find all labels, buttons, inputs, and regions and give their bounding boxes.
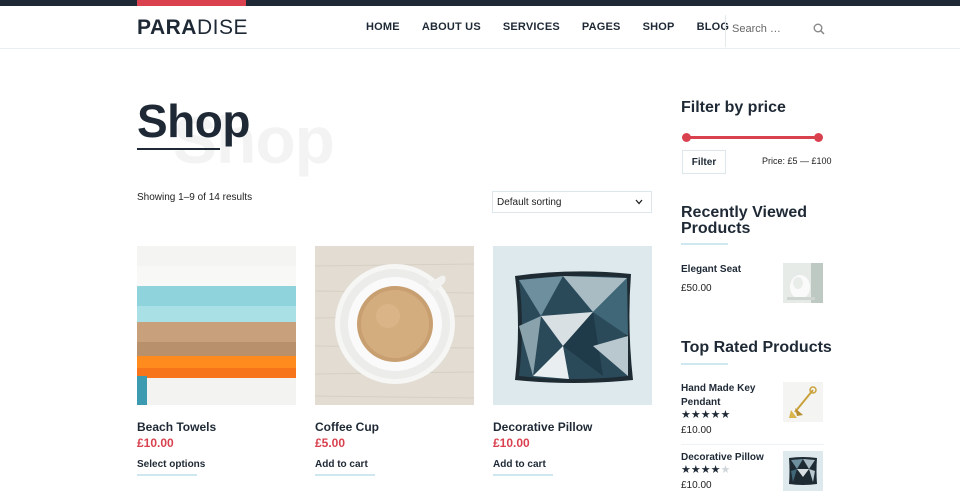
- page-title: Shop: [137, 95, 250, 147]
- action-underline: [315, 474, 375, 476]
- widget-title-underline: [681, 243, 728, 245]
- site-logo[interactable]: PARADISE: [137, 16, 248, 40]
- top-rated-item-thumbnail[interactable]: [783, 451, 823, 491]
- search-icon[interactable]: [813, 23, 825, 35]
- product-card: Beach Towels £10.00 Select options: [137, 246, 296, 476]
- item-divider: [681, 444, 824, 445]
- product-name[interactable]: Coffee Cup: [315, 420, 379, 434]
- sort-selected-value: Default sorting: [497, 197, 562, 208]
- product-name[interactable]: Beach Towels: [137, 420, 216, 434]
- top-rated-item-name[interactable]: Hand Made Key Pendant: [681, 382, 771, 410]
- chevron-down-icon: [635, 199, 643, 205]
- star-filled-icon: ★: [710, 464, 721, 476]
- product-card: Coffee Cup £5.00 Add to cart: [315, 246, 474, 476]
- recent-item-name[interactable]: Elegant Seat: [681, 263, 741, 277]
- top-rated-widget-title: Top Rated Products: [681, 339, 832, 356]
- rating-stars: ★★★★★: [681, 463, 730, 476]
- result-count: Showing 1–9 of 14 results: [137, 192, 253, 203]
- price-slider-max-handle[interactable]: [813, 133, 823, 142]
- product-image-beach-towels[interactable]: [137, 246, 296, 405]
- main-nav: HOME ABOUT US SERVICES PAGES SHOP BLOG: [366, 21, 751, 33]
- logo-light: DISE: [196, 16, 248, 39]
- widget-title-underline: [681, 363, 728, 365]
- price-range-label: Price: £5 — £100: [762, 156, 832, 166]
- star-filled-icon: ★: [700, 464, 711, 476]
- action-underline: [137, 474, 197, 476]
- search-input[interactable]: [732, 23, 807, 35]
- search-box: [725, 15, 826, 47]
- recent-item-thumbnail[interactable]: [783, 263, 823, 303]
- product-price: £10.00: [137, 436, 174, 450]
- sort-select[interactable]: Default sorting: [492, 191, 652, 213]
- product-image-coffee-cup[interactable]: [315, 246, 474, 405]
- nav-home[interactable]: HOME: [366, 21, 400, 33]
- star-filled-icon: ★: [690, 409, 701, 421]
- action-underline: [493, 474, 553, 476]
- filter-widget-title: Filter by price: [681, 99, 786, 116]
- add-to-cart-button[interactable]: Add to cart: [315, 459, 368, 470]
- star-filled-icon: ★: [720, 409, 731, 421]
- product-image-decorative-pillow[interactable]: [493, 246, 652, 405]
- site-header: PARADISE HOME ABOUT US SERVICES PAGES SH…: [0, 6, 960, 49]
- recent-widget-title: Recently Viewed Products: [681, 204, 807, 237]
- nav-shop[interactable]: SHOP: [643, 21, 675, 33]
- top-rated-item-thumbnail[interactable]: [783, 382, 823, 422]
- nav-about-us[interactable]: ABOUT US: [422, 21, 481, 33]
- recent-item-price: £50.00: [681, 283, 712, 294]
- star-filled-icon: ★: [681, 409, 691, 421]
- title-underline: [137, 148, 220, 150]
- product-name[interactable]: Decorative Pillow: [493, 420, 592, 434]
- nav-services[interactable]: SERVICES: [503, 21, 560, 33]
- price-slider-track[interactable]: [686, 136, 818, 139]
- filter-button[interactable]: Filter: [682, 150, 726, 174]
- select-options-button[interactable]: Select options: [137, 459, 205, 470]
- price-slider-min-handle[interactable]: [681, 133, 691, 142]
- nav-pages[interactable]: PAGES: [582, 21, 621, 33]
- top-rated-item-price: £10.00: [681, 480, 712, 491]
- star-empty-icon: ★: [720, 464, 731, 476]
- star-filled-icon: ★: [710, 409, 721, 421]
- top-rated-item-price: £10.00: [681, 425, 712, 436]
- star-filled-icon: ★: [681, 464, 691, 476]
- star-filled-icon: ★: [700, 409, 711, 421]
- logo-bold: PARA: [137, 16, 197, 39]
- product-price: £10.00: [493, 436, 530, 450]
- add-to-cart-button[interactable]: Add to cart: [493, 459, 546, 470]
- star-filled-icon: ★: [690, 464, 701, 476]
- product-card: Decorative Pillow £10.00 Add to cart: [493, 246, 652, 476]
- rating-stars: ★★★★★: [681, 408, 730, 421]
- product-price: £5.00: [315, 436, 346, 450]
